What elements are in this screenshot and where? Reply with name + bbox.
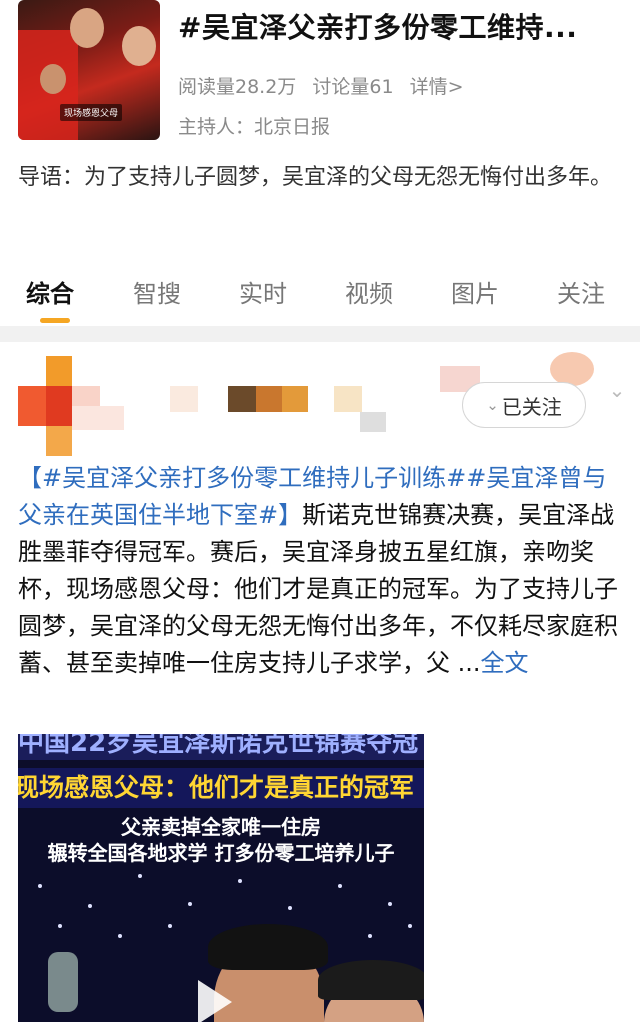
video-thumbnail[interactable]: 中国22岁吴宜泽斯诺克世锦赛夺冠 现场感恩父母：他们才是真正的冠军 父亲卖掉全家… — [18, 734, 424, 1022]
topic-title: #吴宜泽父亲打多份零工维持... — [178, 11, 578, 44]
chevron-down-icon[interactable]: ⌄ — [604, 378, 630, 404]
topic-header: 现场感恩父母 #吴宜泽父亲打多份零工维持... 阅读量28.2万 讨论量61 详… — [0, 0, 640, 150]
author-name[interactable] — [170, 376, 430, 432]
active-tab-indicator — [40, 318, 70, 323]
details-link[interactable]: 详情> — [410, 76, 464, 98]
video-caption-4: 辗转全国各地求学 打多份零工培养儿子 — [47, 841, 395, 865]
topic-host[interactable]: 主持人：北京日报 — [178, 112, 330, 139]
video-caption-2: 现场感恩父母：他们才是真正的冠军 — [18, 768, 424, 808]
play-icon[interactable] — [198, 980, 232, 1022]
person-shape — [70, 8, 104, 48]
person-shape — [40, 64, 66, 94]
tab-video[interactable]: 视频 — [345, 274, 393, 309]
hair-shape — [208, 924, 328, 970]
hair-shape — [318, 960, 424, 1000]
post-text: 【#吴宜泽父亲打多份零工维持儿子训练##吴宜泽曾与父亲在英国住半地下室#】斯诺克… — [18, 460, 630, 682]
trophy-shape — [48, 952, 78, 1012]
chevron-down-icon: ⌄ — [486, 396, 499, 414]
person-shape — [122, 26, 156, 66]
topic-lead: 导语：为了支持儿子圆梦，吴宜泽的父母无怨无悔付出多年。 — [18, 165, 613, 190]
post-card: ⌄ 已关注 ⌄ 【#吴宜泽父亲打多份零工维持儿子训练##吴宜泽曾与父亲在英国住半… — [0, 342, 640, 1022]
video-caption-1: 中国22岁吴宜泽斯诺克世锦赛夺冠 — [18, 734, 424, 760]
follow-label: 已关注 — [501, 394, 562, 419]
tab-realtime[interactable]: 实时 — [239, 274, 287, 309]
section-divider — [0, 326, 640, 342]
video-caption-3: 父亲卖掉全家唯一住房 — [121, 815, 321, 839]
cover-caption: 现场感恩父母 — [60, 104, 123, 121]
follow-button[interactable]: ⌄ 已关注 — [462, 382, 586, 428]
tab-bar: 综合 智搜 实时 视频 图片 关注 — [0, 268, 640, 324]
discussion-count: 讨论量61 — [312, 76, 394, 98]
tab-comprehensive[interactable]: 综合 — [26, 274, 74, 309]
topic-cover-image[interactable]: 现场感恩父母 — [18, 0, 160, 140]
read-count: 阅读量28.2万 — [178, 76, 297, 98]
tab-smart-search[interactable]: 智搜 — [133, 274, 181, 309]
tab-images[interactable]: 图片 — [451, 274, 499, 309]
topic-stats: 阅读量28.2万 讨论量61 详情> — [178, 72, 474, 99]
tab-following[interactable]: 关注 — [557, 274, 605, 309]
avatar[interactable] — [18, 356, 128, 456]
full-text-link[interactable]: 全文 — [481, 649, 529, 677]
